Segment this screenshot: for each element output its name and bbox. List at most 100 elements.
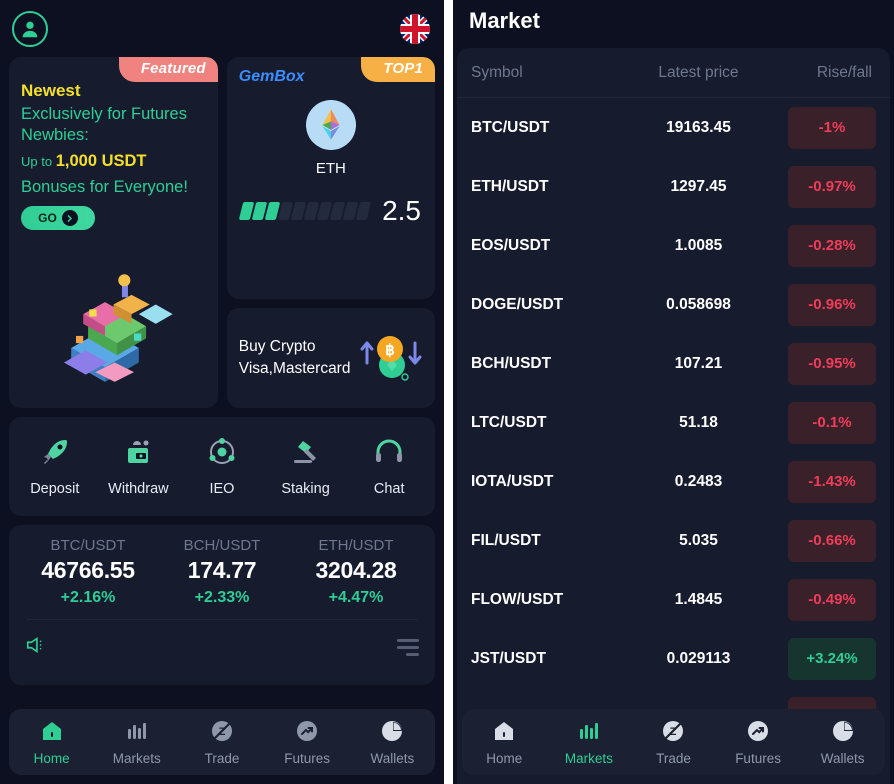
top-bar — [0, 0, 444, 57]
row-price: 0.029113 — [666, 649, 731, 667]
chevron-right-icon — [61, 210, 78, 227]
ticker-symbol: BCH/USDT — [183, 537, 261, 554]
buy-crypto-text: Buy Crypto Visa,Mastercard — [239, 336, 351, 381]
shortcut-chat[interactable]: Chat — [350, 436, 428, 497]
featured-promo-card[interactable]: Featured Newest Exclusively for Futures … — [9, 57, 218, 408]
row-change-wrap: -0.66% — [776, 519, 876, 562]
ticker-item[interactable]: BTC/USDT 46766.55 +2.16% — [21, 537, 155, 607]
table-row[interactable]: ETH/USDT 1297.45 -0.97% — [457, 157, 890, 216]
table-row[interactable]: FLOW/USDT 1.4845 -0.49% — [457, 570, 890, 629]
promo-headline: Exclusively for Futures Newbies: — [21, 105, 187, 144]
svg-text:Z: Z — [219, 726, 226, 738]
featured-badge: Featured — [118, 57, 218, 82]
status-badge: -0.95% — [788, 342, 876, 385]
ticker-change: +4.47% — [328, 589, 384, 606]
row-symbol: EOS/USDT — [471, 236, 551, 254]
row-symbol: FIL/USDT — [471, 531, 541, 549]
svg-text:Z: Z — [670, 726, 677, 738]
buy-crypto-card[interactable]: Buy Crypto Visa,Mastercard ฿ — [226, 308, 435, 408]
user-avatar-icon[interactable] — [12, 10, 48, 47]
atom-icon — [206, 436, 238, 472]
row-price: 1.4845 — [674, 590, 723, 608]
uk-flag-icon[interactable] — [400, 13, 430, 44]
promo-newest-label: Newest — [21, 81, 81, 100]
megaphone-icon[interactable] — [25, 634, 47, 661]
ticker-change: +2.16% — [60, 589, 116, 606]
row-price: 5.035 — [679, 531, 718, 549]
shortcut-deposit[interactable]: Deposit — [16, 436, 94, 497]
nav-item-trade[interactable]: Z Trade — [637, 719, 709, 766]
table-row[interactable]: FIL/USDT 5.035 -0.66% — [457, 511, 890, 570]
futures-arrow-icon — [295, 719, 319, 746]
right-promo-column: TOP1 GemBox ETH 2.5 Buy Crypto Visa,Mast… — [226, 57, 435, 408]
gembox-meter-bars — [238, 202, 374, 220]
gembox-coin: ETH — [239, 100, 423, 177]
rocket-icon — [39, 436, 71, 472]
status-badge: -0.66% — [788, 519, 876, 562]
gembox-meter: 2.5 — [238, 195, 423, 227]
gembox-card[interactable]: TOP1 GemBox ETH 2.5 — [226, 57, 435, 299]
isometric-illustration — [63, 274, 173, 382]
top1-badge: TOP1 — [361, 57, 435, 82]
pie-wallet-icon — [380, 719, 404, 746]
home-icon — [492, 719, 516, 746]
row-price: 1.0085 — [674, 236, 723, 254]
panel-divider — [444, 0, 453, 784]
row-symbol: JST/USDT — [471, 649, 546, 667]
table-row[interactable]: LTC/USDT 51.18 -0.1% — [457, 393, 890, 452]
status-badge: +3.24% — [788, 637, 876, 680]
table-row[interactable]: BTC/USDT 19163.45 -1% — [457, 98, 890, 157]
withdraw-icon — [122, 436, 154, 472]
home-icon — [40, 719, 64, 746]
row-price: 0.2483 — [674, 472, 723, 490]
status-badge: -0.96% — [788, 283, 876, 326]
nav-item-futures[interactable]: Futures — [271, 719, 343, 766]
nav-label: Trade — [656, 750, 691, 766]
shortcut-ieo[interactable]: IEO — [183, 436, 261, 497]
trade-icon: Z — [661, 719, 685, 746]
ticker-item[interactable]: ETH/USDT 3204.28 +4.47% — [289, 537, 423, 607]
nav-item-futures[interactable]: Futures — [722, 719, 794, 766]
shortcut-staking[interactable]: Staking — [267, 436, 345, 497]
buy-crypto-icons: ฿ — [351, 329, 423, 387]
table-row[interactable]: JST/USDT 0.029113 +3.24% — [457, 629, 890, 688]
row-price: 107.21 — [674, 354, 723, 372]
row-change-wrap: -0.49% — [776, 578, 876, 621]
nav-item-home[interactable]: Home — [468, 719, 540, 766]
shortcuts-bar: Deposit Withdraw IEO Staking Chat — [9, 417, 435, 516]
nav-item-wallets[interactable]: Wallets — [807, 719, 879, 766]
status-badge: -0.1% — [788, 401, 876, 444]
row-change-wrap: -0.97% — [776, 165, 876, 208]
ticker-symbol: ETH/USDT — [318, 537, 394, 554]
ticker-symbol: BTC/USDT — [50, 537, 126, 554]
table-row[interactable]: BCH/USDT 107.21 -0.95% — [457, 334, 890, 393]
nav-item-markets[interactable]: Markets — [553, 719, 625, 766]
nav-item-markets[interactable]: Markets — [101, 719, 173, 766]
table-row[interactable]: IOTA/USDT 0.2483 -1.43% — [457, 452, 890, 511]
status-badge: -1.43% — [788, 460, 876, 503]
nav-item-home[interactable]: Home — [16, 719, 88, 766]
nav-item-trade[interactable]: Z Trade — [186, 719, 258, 766]
ticker-price: 3204.28 — [315, 557, 397, 583]
nav-label: Markets — [112, 750, 161, 766]
ticker-item[interactable]: BCH/USDT 174.77 +2.33% — [155, 537, 289, 607]
row-symbol: FLOW/USDT — [471, 590, 564, 608]
bar-chart-icon — [125, 719, 149, 746]
ticker-row: BTC/USDT 46766.55 +2.16% BCH/USDT 174.77… — [21, 537, 423, 607]
row-symbol: BTC/USDT — [471, 118, 550, 136]
status-badge: -0.49% — [788, 578, 876, 621]
row-symbol: BCH/USDT — [471, 354, 552, 372]
table-row[interactable]: EOS/USDT 1.0085 -0.28% — [457, 216, 890, 275]
bar-chart-icon — [577, 719, 601, 746]
row-change-wrap: +3.24% — [776, 637, 876, 680]
shortcut-label: Chat — [373, 481, 405, 497]
svg-text:฿: ฿ — [385, 342, 395, 359]
home-screen-panel: Featured Newest Exclusively for Futures … — [0, 0, 444, 784]
promo-go-button[interactable]: GO — [21, 206, 95, 231]
table-row[interactable]: DOGE/USDT 0.058698 -0.96% — [457, 275, 890, 334]
nav-item-wallets[interactable]: Wallets — [356, 719, 428, 766]
shortcut-withdraw[interactable]: Withdraw — [99, 436, 177, 497]
list-menu-icon[interactable] — [397, 639, 419, 656]
ticker-price: 46766.55 — [41, 557, 135, 583]
row-price: 0.058698 — [666, 295, 731, 313]
